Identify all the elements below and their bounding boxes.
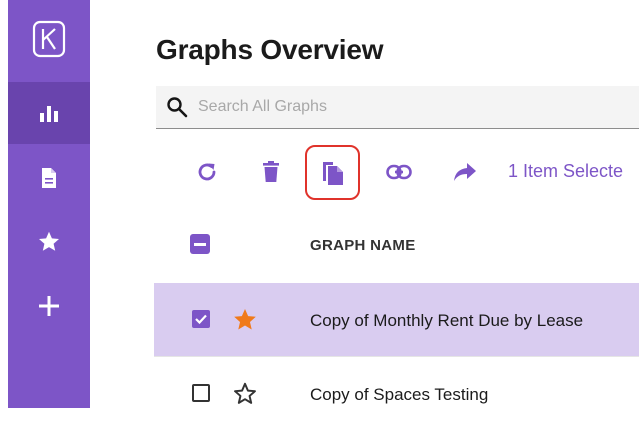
refresh-button[interactable] (192, 157, 222, 187)
link-icon (386, 164, 412, 180)
table-row[interactable]: Copy of Spaces Testing (154, 356, 639, 431)
copy-button[interactable] (318, 157, 348, 187)
search-bar (156, 86, 639, 129)
search-input[interactable] (196, 97, 600, 117)
row-checkbox[interactable] (192, 310, 210, 328)
selected-count: 1 Item Selecte (508, 161, 624, 181)
page-title: Graphs Overview (156, 34, 384, 65)
table-row[interactable]: Copy of Monthly Rent Due by Lease (154, 283, 639, 357)
logo-icon (32, 20, 66, 58)
select-all-checkbox[interactable] (190, 234, 210, 254)
share-icon (454, 163, 476, 181)
bar-chart-icon (40, 106, 58, 122)
indeterminate-dash (194, 242, 206, 246)
star-icon (39, 231, 59, 251)
column-header-graph-name[interactable]: GRAPH NAME (310, 237, 416, 254)
check-icon (195, 314, 207, 324)
logo[interactable] (8, 8, 90, 70)
delete-button[interactable] (256, 157, 286, 187)
row-checkbox[interactable] (192, 384, 210, 402)
link-button[interactable] (384, 157, 414, 187)
star-outline-icon[interactable] (232, 381, 258, 407)
copy-icon (323, 162, 343, 185)
sidebar-item-add[interactable] (8, 275, 90, 337)
sidebar (8, 0, 90, 408)
graph-name[interactable]: Copy of Monthly Rent Due by Lease (310, 311, 583, 331)
star-filled-icon[interactable] (232, 307, 258, 333)
main-content: Graphs Overview Search All Graphs 1 Item… (90, 0, 639, 431)
table-header: GRAPH NAME (154, 214, 639, 276)
sidebar-item-favorites[interactable] (8, 211, 90, 273)
sidebar-item-graphs[interactable] (8, 82, 90, 144)
search-icon (167, 97, 188, 118)
document-icon (42, 168, 56, 188)
graph-name[interactable]: Copy of Spaces Testing (310, 385, 488, 405)
plus-icon (39, 296, 59, 316)
trash-icon (263, 161, 279, 182)
refresh-icon (198, 163, 216, 181)
share-button[interactable] (450, 157, 480, 187)
sidebar-item-documents[interactable] (8, 147, 90, 209)
